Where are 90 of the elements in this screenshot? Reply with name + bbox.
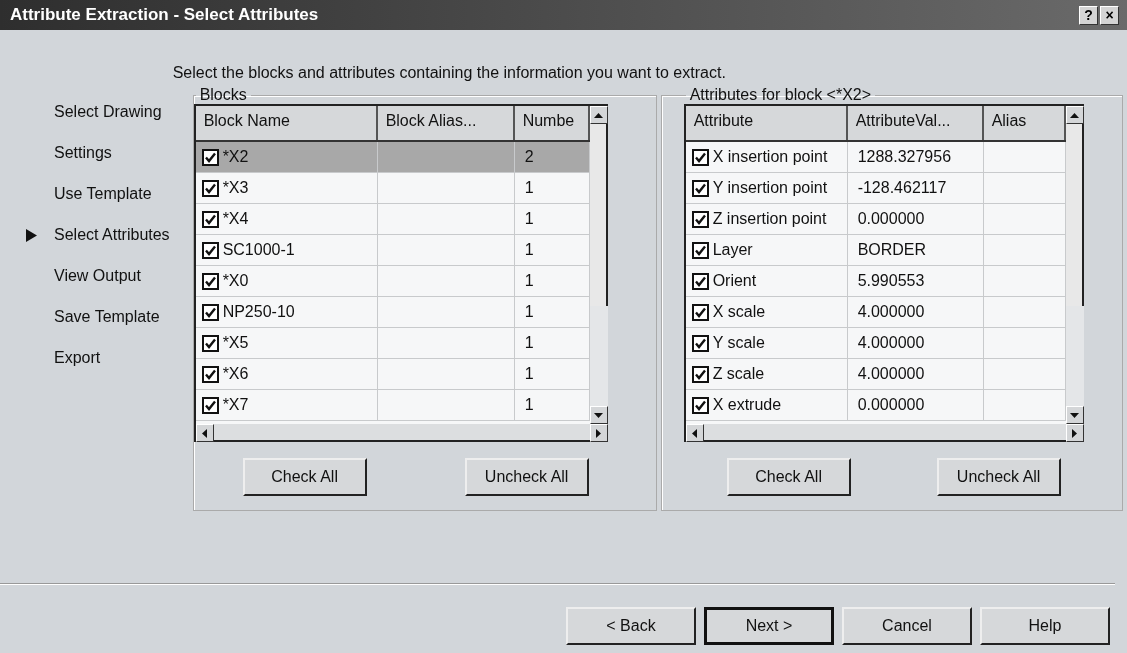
table-cell: 1 [524,396,534,414]
dialog-button[interactable]: Help [980,607,1110,645]
checkbox[interactable] [691,396,709,414]
list-view[interactable] [683,104,1084,442]
sidebar-item[interactable]: Settings [54,144,112,162]
table-cell: 0.000000 [857,210,925,228]
up-arrow-icon[interactable] [594,112,604,118]
table-cell: 1288.327956 [857,148,952,166]
group-title: Blocks [198,86,248,104]
instruction-text: Select the blocks and attributes containing the information you want to extract. [172,64,727,82]
column-header[interactable]: AttributeVal... [847,106,984,140]
checkbox[interactable] [691,210,709,228]
dialog-button[interactable]: Cancel [842,607,972,645]
table-cell: Z insertion point [712,210,827,228]
help-button[interactable]: ? [1079,5,1098,25]
horizontal-scrollbar[interactable] [683,424,1084,442]
table-cell: *X5 [222,334,249,352]
checkbox[interactable] [201,272,219,290]
table-cell: SC1000-1 [222,241,295,259]
table-cell: Layer [712,241,753,259]
checkbox[interactable] [691,241,709,259]
sidebar-item[interactable]: View Output [54,267,141,285]
table-cell: *X4 [222,210,249,228]
table-cell: 4.000000 [857,365,925,383]
left-arrow-icon[interactable] [692,428,698,438]
horizontal-scrollbar[interactable] [193,424,608,442]
table-cell: 1 [524,272,534,290]
table-cell: 1 [524,179,534,197]
down-arrow-icon[interactable] [1070,412,1080,418]
checkbox[interactable] [201,396,219,414]
table-cell: BORDER [857,241,927,259]
up-arrow-icon[interactable] [1070,112,1080,118]
table-cell: *X7 [222,396,249,414]
down-arrow-icon[interactable] [594,412,604,418]
table-cell: X extrude [712,396,782,414]
dialog-button[interactable]: < Back [566,607,696,645]
table-cell: 5.990553 [857,272,925,290]
table-cell: NP250-10 [222,303,295,321]
right-arrow-icon[interactable] [1072,428,1078,438]
table-cell: Z scale [712,365,765,383]
sidebar-item[interactable]: Save Template [54,308,160,326]
check-all-button[interactable]: Check All [242,458,367,496]
table-cell: Y scale [712,334,765,352]
table-cell: 0.000000 [857,396,925,414]
table-cell: 1 [524,210,534,228]
checkbox[interactable] [201,365,219,383]
close-button[interactable]: × [1100,5,1119,25]
table-cell: 4.000000 [857,303,925,321]
checkbox[interactable] [691,303,709,321]
table-cell: 1 [524,241,534,259]
sidebar-item[interactable]: Select Drawing [54,103,162,121]
table-cell: X scale [712,303,766,321]
group-title: Attributes for block <*X2> [688,86,873,104]
table-cell: X insertion point [712,148,828,166]
sidebar-item[interactable]: Use Template [54,185,152,203]
left-arrow-icon[interactable] [202,428,208,438]
column-header[interactable]: Block Alias... [377,106,515,140]
sidebar-item[interactable]: Export [54,349,101,367]
table-cell: 1 [524,334,534,352]
checkbox[interactable] [201,334,219,352]
checkbox[interactable] [201,303,219,321]
table-cell: *X6 [222,365,249,383]
table-cell: Orient [712,272,757,290]
checkbox[interactable] [691,272,709,290]
checkbox[interactable] [691,148,709,166]
checkbox[interactable] [201,210,219,228]
table-cell: Y insertion point [712,179,828,197]
table-cell: *X0 [222,272,249,290]
table-cell: -128.462117 [857,179,947,197]
checkbox[interactable] [691,179,709,197]
table-cell: *X3 [222,179,249,197]
check-all-button[interactable]: Check All [726,458,851,496]
checkbox[interactable] [201,241,219,259]
column-header[interactable]: Attribute [685,106,848,140]
column-header[interactable]: Block Name [195,106,378,140]
checkbox[interactable] [201,148,219,166]
checkbox[interactable] [691,334,709,352]
table-cell: *X2 [222,148,249,166]
table-cell: 2 [524,148,534,166]
sidebar-item[interactable]: Select Attributes [54,226,170,244]
table-cell: 1 [524,303,534,321]
uncheck-all-button[interactable]: Uncheck All [464,458,589,496]
uncheck-all-button[interactable]: Uncheck All [936,458,1061,496]
window-title: Attribute Extraction - Select Attributes [10,5,319,25]
dialog-button[interactable]: Next > [704,607,834,645]
checkbox[interactable] [201,179,219,197]
table-cell: 1 [524,365,534,383]
right-arrow-icon[interactable] [596,428,602,438]
table-cell: 4.000000 [857,334,925,352]
checkbox[interactable] [691,365,709,383]
